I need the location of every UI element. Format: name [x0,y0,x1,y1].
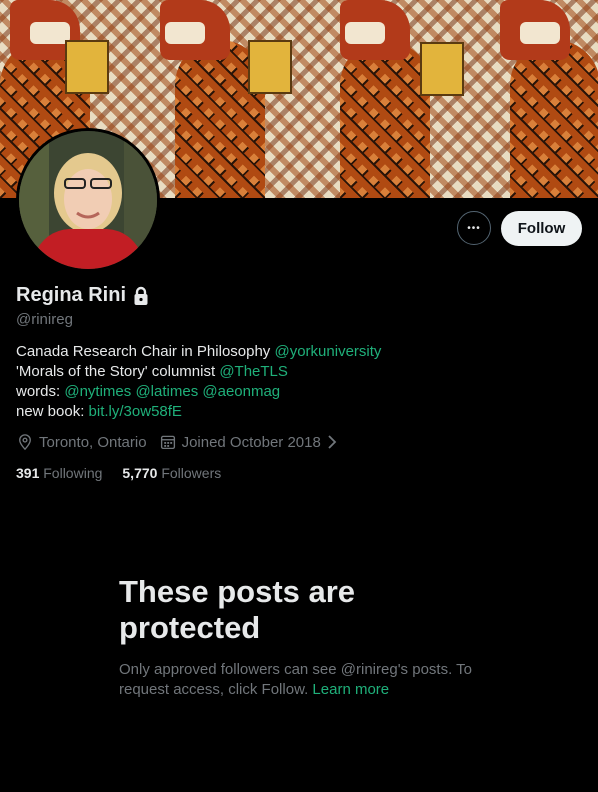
location-text: Toronto, Ontario [39,433,147,451]
following-stat[interactable]: 391 Following [16,465,102,481]
protected-title: These posts are protected [119,574,356,645]
bio-line: Canada Research Chair in Philosophy @yor… [16,342,381,362]
mention-link[interactable]: @TheTLS [219,363,288,380]
joined-text: Joined October 2018 [181,433,321,451]
profile-bio: Canada Research Chair in Philosophy @yor… [16,342,381,422]
profile-avatar[interactable] [16,128,160,272]
more-horizontal-icon: ••• [467,222,481,234]
bio-text: new book: [16,403,89,420]
banner-figure-face [165,22,205,44]
mention-link[interactable]: @yorkuniversity [274,343,381,360]
mention-link[interactable]: @nytimes [64,383,131,400]
banner-figure-face [30,22,70,44]
profile-name: Regina Rini [16,284,127,306]
joined-item[interactable]: Joined October 2018 [159,433,338,451]
banner-figure [510,40,598,198]
bio-line: 'Morals of the Story' columnist @TheTLS [16,362,381,382]
location-item: Toronto, Ontario [16,433,147,451]
location-pin-icon [16,433,34,451]
book-link[interactable]: bit.ly/3ow58fE [89,403,182,420]
banner-figure-box [420,42,464,96]
following-label: Following [43,465,103,481]
bio-text: 'Morals of the Story' columnist [16,363,220,380]
protected-posts-notice: These posts are protected Only approved … [119,574,499,700]
following-count: 391 [16,465,40,481]
profile-stats: 391 Following 5,770 Followers [16,465,241,481]
banner-figure-box [65,40,109,94]
lock-icon [132,286,150,306]
mention-link[interactable]: @aeonmag [202,383,280,400]
calendar-icon [159,433,177,451]
more-options-button[interactable]: ••• [457,211,491,245]
followers-stat[interactable]: 5,770 Followers [122,465,221,481]
profile-meta: Toronto, Ontario Joined October 2018 [16,433,350,451]
banner-figure-box [248,40,292,94]
mention-link[interactable]: @latimes [135,383,198,400]
banner-figure-face [345,22,385,44]
follow-button[interactable]: Follow [501,211,582,246]
protected-message: Only approved followers can see @rinireg… [119,660,499,700]
bio-text: Canada Research Chair in Philosophy [16,343,275,360]
followers-label: Followers [161,465,222,481]
banner-figure-face [520,22,560,44]
profile-name-row: Regina Rini [16,284,150,307]
banner-figure [340,40,430,198]
bio-text: words: [16,383,65,400]
bio-line: new book: bit.ly/3ow58fE [16,402,381,422]
protected-message-text: Only approved followers can see @rinireg… [119,661,472,698]
chevron-right-icon [326,433,338,451]
learn-more-link[interactable]: Learn more [312,681,389,698]
profile-handle: @rinireg [16,311,73,328]
bio-line: words: @nytimes @latimes @aeonmag [16,382,381,402]
followers-count: 5,770 [122,465,158,481]
